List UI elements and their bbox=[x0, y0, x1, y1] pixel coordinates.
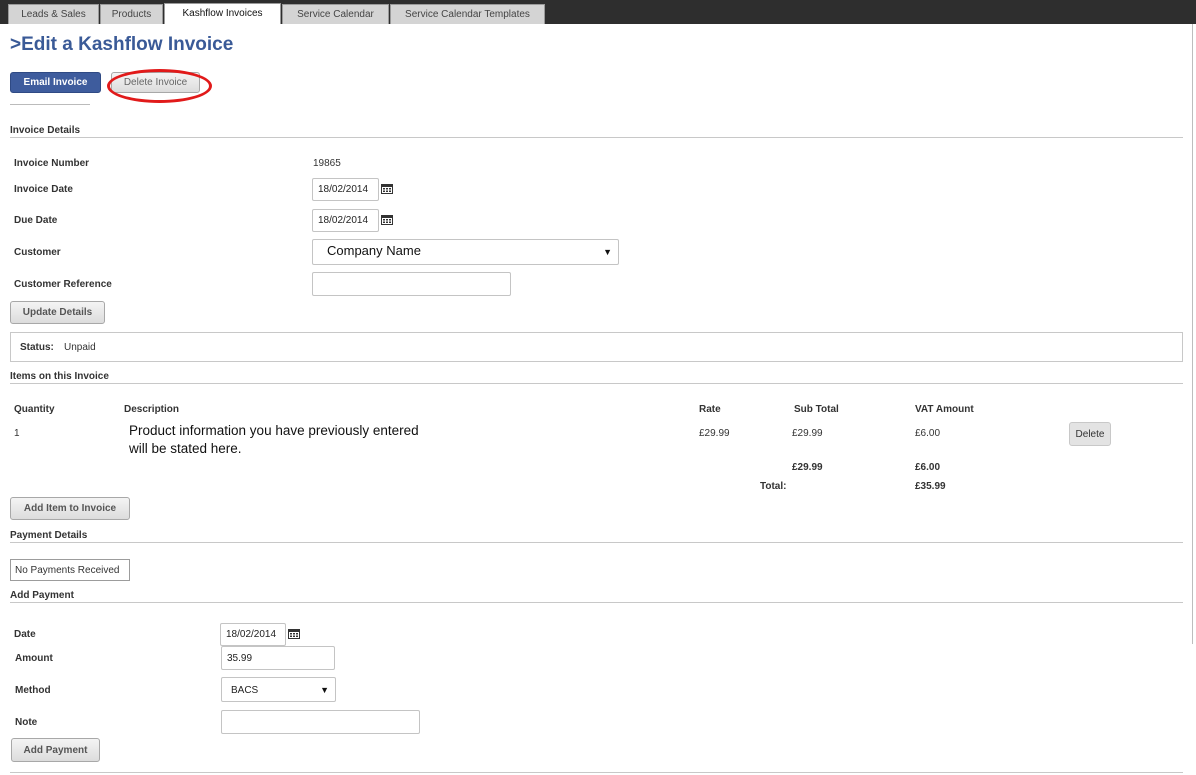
section-title-items: Items on this Invoice bbox=[10, 371, 109, 382]
column-header-vat: VAT Amount bbox=[915, 404, 974, 415]
section-divider bbox=[10, 137, 1183, 138]
calendar-icon[interactable] bbox=[381, 183, 393, 194]
total-label: Total: bbox=[760, 481, 787, 492]
invoice-number-label: Invoice Number bbox=[14, 158, 90, 169]
update-details-button[interactable]: Update Details bbox=[10, 301, 105, 324]
customer-select-value: Company Name bbox=[327, 243, 421, 258]
items-vat-total: £6.00 bbox=[915, 462, 941, 473]
delete-item-button[interactable]: Delete bbox=[1069, 422, 1111, 446]
due-date-label: Due Date bbox=[14, 215, 58, 226]
invoice-date-input[interactable] bbox=[312, 178, 379, 201]
invoice-number-value: 19865 bbox=[313, 158, 341, 169]
section-divider bbox=[10, 542, 1183, 543]
invoice-date-label: Invoice Date bbox=[14, 184, 73, 195]
payment-amount-label: Amount bbox=[15, 653, 53, 664]
divider bbox=[10, 104, 90, 105]
tab-leads-sales[interactable]: Leads & Sales bbox=[8, 4, 99, 24]
section-divider bbox=[10, 383, 1183, 384]
tab-products[interactable]: Products bbox=[100, 4, 163, 24]
column-header-quantity: Quantity bbox=[14, 404, 55, 415]
customer-reference-input[interactable] bbox=[312, 272, 511, 296]
payment-note-label: Note bbox=[15, 717, 38, 728]
customer-select[interactable]: Company Name ▼ bbox=[312, 239, 619, 265]
status-box: Status: Unpaid bbox=[10, 332, 1183, 362]
tab-service-calendar[interactable]: Service Calendar bbox=[282, 4, 389, 24]
payment-method-value: BACS bbox=[231, 685, 259, 696]
calendar-icon[interactable] bbox=[381, 214, 393, 225]
customer-reference-label: Customer Reference bbox=[14, 279, 112, 290]
payment-note-input[interactable] bbox=[221, 710, 420, 734]
status-label: Status: bbox=[20, 342, 54, 353]
payment-date-input[interactable] bbox=[220, 623, 286, 646]
column-header-description: Description bbox=[124, 404, 180, 415]
page-title: >Edit a Kashflow Invoice bbox=[10, 34, 234, 55]
chevron-down-icon: ▼ bbox=[320, 685, 329, 695]
item-subtotal: £29.99 bbox=[792, 428, 823, 439]
due-date-input[interactable] bbox=[312, 209, 379, 232]
payment-date-label: Date bbox=[14, 629, 36, 640]
column-header-rate: Rate bbox=[699, 404, 721, 415]
payment-amount-input[interactable] bbox=[221, 646, 335, 670]
section-title-add-payment: Add Payment bbox=[10, 590, 74, 601]
chevron-down-icon: ▼ bbox=[603, 247, 612, 257]
status-badge: Unpaid bbox=[64, 342, 96, 353]
no-payments-box: No Payments Received bbox=[10, 559, 130, 581]
section-divider bbox=[10, 772, 1183, 773]
column-header-subtotal: Sub Total bbox=[794, 404, 839, 415]
items-subtotal-total: £29.99 bbox=[792, 462, 823, 473]
add-item-button[interactable]: Add Item to Invoice bbox=[10, 497, 130, 520]
calendar-icon[interactable] bbox=[288, 628, 300, 639]
no-payments-text: No Payments Received bbox=[15, 565, 120, 576]
item-vat: £6.00 bbox=[915, 428, 941, 439]
payment-method-label: Method bbox=[15, 685, 51, 696]
item-quantity: 1 bbox=[14, 428, 20, 439]
highlight-ring-annotation bbox=[107, 69, 212, 103]
page-right-border bbox=[1192, 24, 1193, 644]
email-invoice-button[interactable]: Email Invoice bbox=[10, 72, 101, 93]
section-divider bbox=[10, 602, 1183, 603]
tab-bar: Leads & Sales Products Kashflow Invoices… bbox=[0, 0, 1196, 24]
section-title-payment-details: Payment Details bbox=[10, 530, 88, 541]
item-rate: £29.99 bbox=[699, 428, 730, 439]
item-description: Product information you have previously … bbox=[129, 423, 419, 456]
add-payment-button[interactable]: Add Payment bbox=[11, 738, 100, 762]
tab-kashflow-invoices[interactable]: Kashflow Invoices bbox=[164, 3, 281, 24]
customer-label: Customer bbox=[14, 247, 61, 258]
grand-total: £35.99 bbox=[915, 481, 946, 492]
tab-service-calendar-templates[interactable]: Service Calendar Templates bbox=[390, 4, 545, 24]
section-title-invoice-details: Invoice Details bbox=[10, 125, 81, 136]
payment-method-select[interactable]: BACS ▼ bbox=[221, 677, 336, 702]
